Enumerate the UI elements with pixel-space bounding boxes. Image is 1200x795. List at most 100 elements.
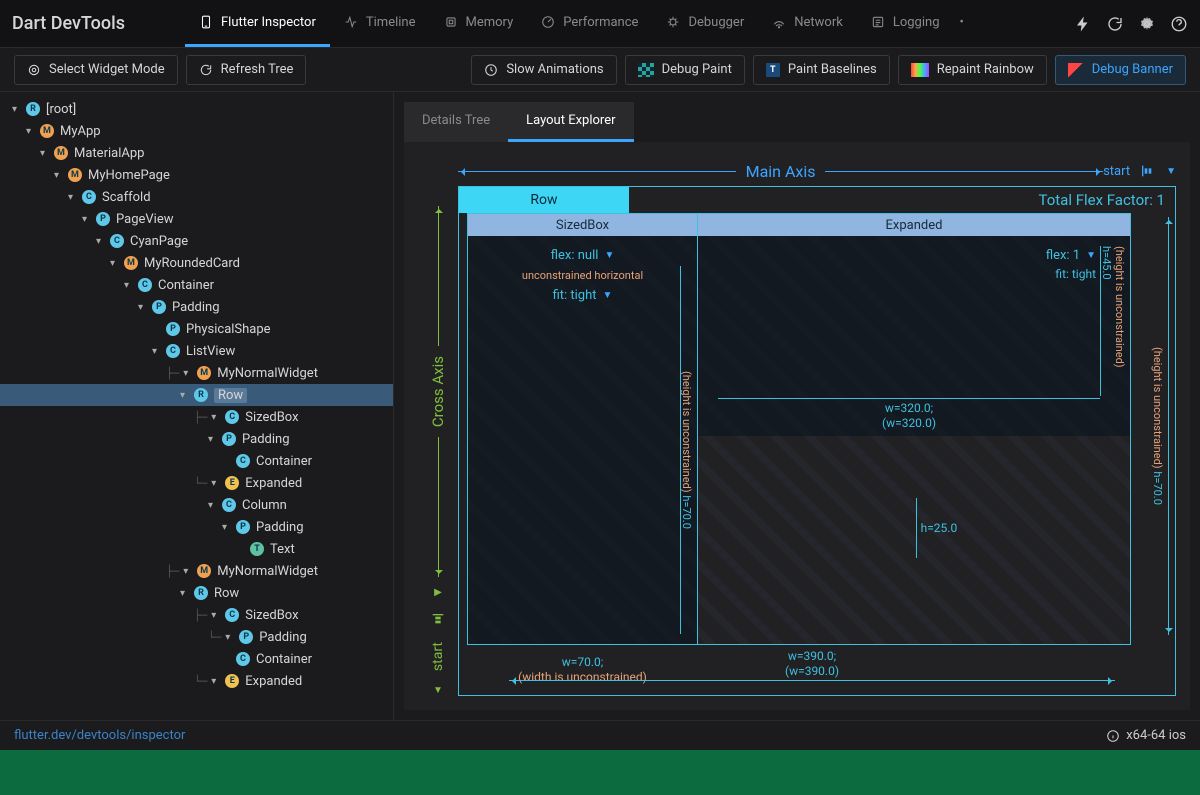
reload-icon[interactable] [1106, 15, 1124, 33]
tab-label: Debugger [688, 15, 744, 30]
toolbar: Select Widget Mode Refresh Tree Slow Ani… [0, 48, 1200, 92]
tab-network[interactable]: Network [758, 0, 857, 47]
tree-node[interactable]: CContainer [0, 450, 393, 472]
tree-node[interactable]: ▾CCyanPage [0, 230, 393, 252]
main-tabs: Flutter Inspector Timeline Memory Perfor… [185, 0, 1074, 47]
child-sizedbox[interactable]: SizedBox flex: null ▼ unconstrained hori… [468, 214, 698, 644]
tab-label: Timeline [366, 15, 416, 30]
node-badge: M [54, 146, 68, 160]
gear-icon[interactable] [1138, 15, 1156, 33]
tree-node[interactable]: ▾R[root] [0, 98, 393, 120]
debug-paint-button[interactable]: Debug Paint [625, 55, 745, 85]
tree-node[interactable]: ▾RRow [0, 582, 393, 604]
widget-tree[interactable]: ▾R[root]▾MMyApp▾MMaterialApp▾MMyHomePage… [0, 92, 394, 720]
chevron-down-icon: ▾ [152, 346, 162, 357]
tab-flutter-inspector[interactable]: Flutter Inspector [185, 0, 330, 47]
device-label: x64-64 ios [1126, 728, 1186, 743]
tree-node[interactable]: CContainer [0, 648, 393, 670]
tab-layout-explorer[interactable]: Layout Explorer [508, 102, 633, 142]
paint-baselines-button[interactable]: T Paint Baselines [753, 55, 890, 85]
axis-text: Main Axis [746, 162, 816, 181]
node-badge: P [166, 322, 180, 336]
node-label: Padding [259, 630, 307, 645]
tree-node[interactable]: PPhysicalShape [0, 318, 393, 340]
tab-more[interactable]: • [954, 0, 970, 47]
node-label: MyHomePage [88, 168, 170, 183]
node-label: Scaffold [102, 190, 151, 205]
flex-value: flex: null [551, 248, 599, 263]
tree-node[interactable]: ▾PPadding [0, 296, 393, 318]
bolt-icon[interactable] [1074, 15, 1092, 33]
node-badge: P [222, 432, 236, 446]
target-icon [27, 63, 41, 77]
chevron-down-icon: ▼ [603, 290, 613, 301]
chevron-down-icon: ▼ [1086, 250, 1096, 261]
node-badge: R [194, 388, 208, 402]
tree-node[interactable]: ▾MMyHomePage [0, 164, 393, 186]
cross-axis-label: Cross Axis [429, 356, 447, 427]
flex-picker[interactable]: flex: 1 ▼ [1046, 248, 1096, 263]
row-title: Row [459, 187, 629, 213]
docs-link[interactable]: flutter.dev/devtools/inspector [14, 728, 185, 743]
tab-timeline[interactable]: Timeline [330, 0, 430, 47]
node-label: MyNormalWidget [217, 564, 318, 579]
tree-node[interactable]: └─▾EExpanded [0, 670, 393, 692]
node-badge: C [225, 410, 239, 424]
fit-picker[interactable]: fit: tight ▼ [553, 288, 613, 303]
flex-factor-label: Total Flex Factor: 1 [1028, 187, 1175, 213]
tab-debugger[interactable]: Debugger [652, 0, 758, 47]
top-bar: Dart DevTools Flutter Inspector Timeline… [0, 0, 1200, 48]
dim-line [680, 266, 690, 634]
row-title-bar: Row Total Flex Factor: 1 [459, 187, 1175, 213]
cross-align-dropdown[interactable]: ▶ start ▼ [430, 587, 446, 696]
tree-node[interactable]: ▾CContainer [0, 274, 393, 296]
node-label: [root] [46, 102, 76, 117]
tree-node[interactable]: ▾RRow [0, 384, 393, 406]
tree-node[interactable]: ▾PPadding [0, 516, 393, 538]
tree-node[interactable]: ├─▾CSizedBox [0, 406, 393, 428]
outer-height-label: (height is unconstrained) h=70.0 [1151, 347, 1164, 505]
btn-label: Refresh Tree [221, 62, 294, 77]
tree-node[interactable]: TText [0, 538, 393, 560]
tree-node[interactable]: ▾CScaffold [0, 186, 393, 208]
refresh-tree-button[interactable]: Refresh Tree [186, 55, 307, 85]
tab-logging[interactable]: Logging [857, 0, 954, 47]
node-label: MaterialApp [74, 146, 144, 161]
slow-animations-button[interactable]: Slow Animations [471, 55, 616, 85]
select-widget-button[interactable]: Select Widget Mode [14, 55, 178, 85]
node-badge: C [225, 608, 239, 622]
tree-node[interactable]: ▾PPadding [0, 428, 393, 450]
tree-node[interactable]: ▾MMyRoundedCard [0, 252, 393, 274]
tree-node[interactable]: └─▾EExpanded [0, 472, 393, 494]
tree-node[interactable]: ▾MMaterialApp [0, 142, 393, 164]
tree-node[interactable]: ├─▾MMyNormalWidget [0, 560, 393, 582]
outer-width-dim: w=390.0; (w=390.0) [509, 649, 1115, 681]
tree-node[interactable]: ▾CColumn [0, 494, 393, 516]
chevron-down-icon: ▾ [211, 610, 221, 621]
child-expanded[interactable]: Expanded flex: 1 ▼ fit: tight [698, 214, 1130, 644]
tab-details-tree[interactable]: Details Tree [404, 102, 508, 142]
main-align-dropdown[interactable]: start ▼ [1103, 163, 1176, 179]
info-icon [1106, 729, 1120, 743]
tab-label: Logging [893, 15, 940, 30]
tab-memory[interactable]: Memory [430, 0, 528, 47]
repaint-rainbow-button[interactable]: Repaint Rainbow [898, 55, 1047, 85]
panel-tabs: Details Tree Layout Explorer [404, 102, 634, 142]
help-icon[interactable] [1170, 15, 1188, 33]
flex-picker[interactable]: flex: null ▼ [551, 248, 615, 263]
node-label: SizedBox [245, 608, 298, 623]
tree-node[interactable]: ├─▾CSizedBox [0, 604, 393, 626]
chevron-down-icon: ▾ [183, 368, 193, 379]
spacer-area: h=25.0 [698, 436, 1130, 644]
tree-node[interactable]: └─▾PPadding [0, 626, 393, 648]
app-title: Dart DevTools [12, 13, 125, 34]
tab-performance[interactable]: Performance [527, 0, 652, 47]
tree-node[interactable]: ▾CListView [0, 340, 393, 362]
height-dim: (height is unconstrained) h=45.0 [1100, 246, 1126, 396]
tree-node[interactable]: ├─▾MMyNormalWidget [0, 362, 393, 384]
tree-node[interactable]: ▾PPageView [0, 208, 393, 230]
main-axis-header: Main Axis start ▼ [418, 156, 1176, 186]
debug-banner-button[interactable]: Debug Banner [1055, 55, 1186, 85]
tree-node[interactable]: ▾MMyApp [0, 120, 393, 142]
tab-label: Performance [563, 15, 638, 30]
